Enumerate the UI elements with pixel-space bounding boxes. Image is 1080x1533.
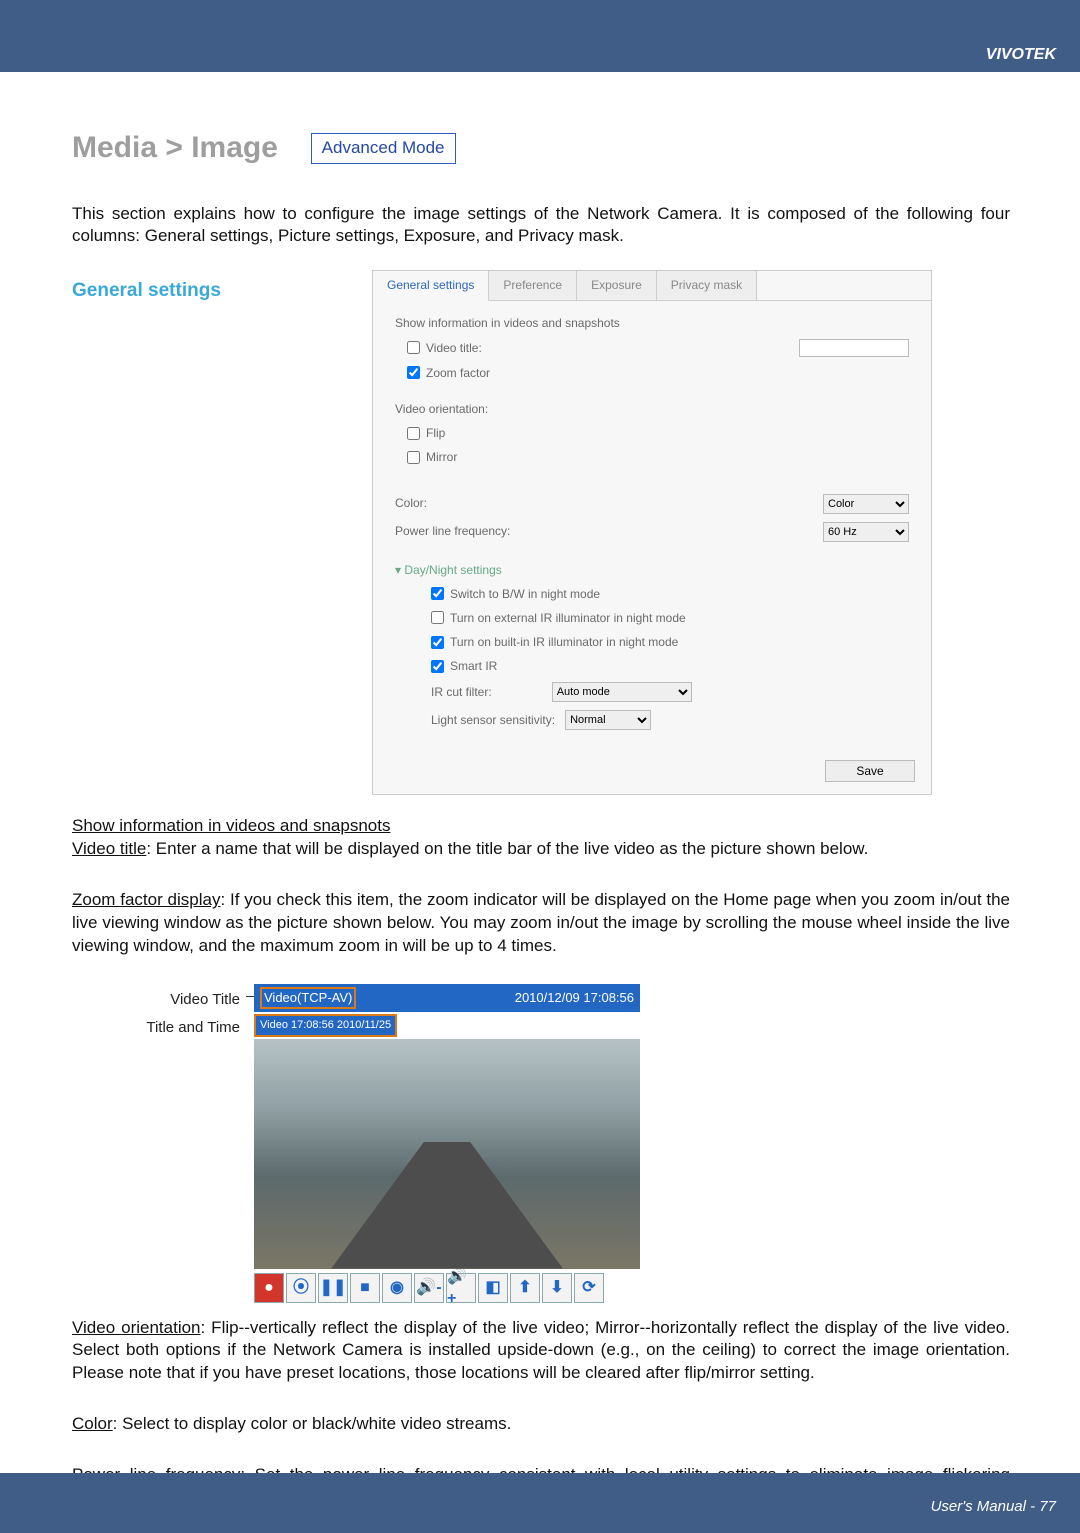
video-preview-block: Video Title Title and Time Video(TCP-AV)… [72,984,1010,1302]
text-video-orientation: : Flip--vertically reflect the display o… [72,1318,1010,1383]
flip-label: Flip [426,425,445,441]
text-color: : Select to display color or black/white… [113,1414,512,1433]
section-heading-general-settings: General settings [72,278,372,304]
flip-checkbox[interactable] [407,427,420,440]
light-sensor-sensitivity-select[interactable]: Normal [565,710,651,730]
callout-video-title: Video Title [72,990,246,1010]
subheading-show-info: Show information in videos and snapsnots [72,816,390,835]
smart-ir-label: Smart IR [450,658,497,674]
zoom-factor-label: Zoom factor [426,365,490,381]
tab-general-settings[interactable]: General settings [373,271,489,300]
term-zoom-factor: Zoom factor display [72,890,220,909]
video-title-bar: Video(TCP-AV) 2010/12/09 17:08:56 [254,984,640,1012]
text-video-title: : Enter a name that will be displayed on… [146,839,868,858]
brand-label: VIVOTEK [0,0,1080,64]
external-ir-checkbox[interactable] [431,611,444,624]
page-content: Media > Image Advanced Mode This section… [0,72,1080,1533]
video-title-label: Video title: [426,340,482,356]
power-line-frequency-select[interactable]: 60 Hz [823,522,909,542]
term-video-orientation: Video orientation [72,1318,201,1337]
breadcrumb: Media > Image [72,128,278,169]
day-night-heading: Day/Night settings [404,563,501,577]
volume-up-icon[interactable]: 🔊+ [446,1273,476,1303]
video-timestamp: 2010/12/09 17:08:56 [515,989,634,1007]
page-footer: User's Manual - 77 [931,1498,1056,1515]
mirror-label: Mirror [426,449,457,465]
chevron-down-icon[interactable]: ▾ [395,563,401,577]
term-video-title: Video title [72,839,146,858]
switch-bw-checkbox[interactable] [431,587,444,600]
color-label: Color: [395,495,427,511]
settings-panel: General settings Preference Exposure Pri… [372,270,932,795]
advanced-mode-badge: Advanced Mode [311,133,456,164]
video-orientation-heading: Video orientation: [395,401,909,417]
video-title-checkbox[interactable] [407,341,420,354]
mirror-checkbox[interactable] [407,451,420,464]
video-title-text: Video(TCP-AV) [260,987,356,1009]
term-color: Color [72,1414,113,1433]
color-select[interactable]: Color [823,494,909,514]
video-title-input[interactable] [799,339,909,357]
volume-down-icon[interactable]: 🔊- [414,1273,444,1303]
builtin-ir-label: Turn on built-in IR illuminator in night… [450,634,678,650]
snapshot-icon[interactable]: ◉ [382,1273,412,1303]
mic-up-icon[interactable]: ⬆ [510,1273,540,1303]
zoom-factor-checkbox[interactable] [407,366,420,379]
mic-down-icon[interactable]: ⬇ [542,1273,572,1303]
switch-bw-label: Switch to B/W in night mode [450,586,600,602]
pause-icon[interactable]: ❚❚ [318,1273,348,1303]
builtin-ir-checkbox[interactable] [431,636,444,649]
fullscreen-icon[interactable]: ⟳ [574,1273,604,1303]
light-sensor-sensitivity-label: Light sensor sensitivity: [431,712,555,728]
video-toolbar: ● ⦿ ❚❚ ■ ◉ 🔊- 🔊+ ◧ ⬆ ⬇ ⟳ [254,1273,640,1303]
ir-cut-filter-label: IR cut filter: [431,684,492,700]
power-line-frequency-label: Power line frequency: [395,523,510,539]
zoom-icon[interactable]: ⦿ [286,1273,316,1303]
save-button[interactable]: Save [825,760,915,782]
external-ir-label: Turn on external IR illuminator in night… [450,610,686,626]
intro-paragraph: This section explains how to configure t… [72,203,1010,249]
talk-icon[interactable]: ◧ [478,1273,508,1303]
record-icon[interactable]: ● [254,1273,284,1303]
video-overlay-title-time: Video 17:08:56 2010/11/25 [254,1014,397,1037]
smart-ir-checkbox[interactable] [431,660,444,673]
callout-line [246,996,254,997]
stop-icon[interactable]: ■ [350,1273,380,1303]
ir-cut-filter-select[interactable]: Auto mode [552,682,692,702]
live-video-mock [254,1039,640,1269]
footer-band [0,1473,1080,1533]
tab-privacy-mask[interactable]: Privacy mask [657,271,757,299]
callout-title-and-time: Title and Time [72,1018,246,1038]
tab-preference[interactable]: Preference [489,271,577,299]
tab-exposure[interactable]: Exposure [577,271,657,299]
group-show-info-title: Show information in videos and snapshots [395,315,909,331]
